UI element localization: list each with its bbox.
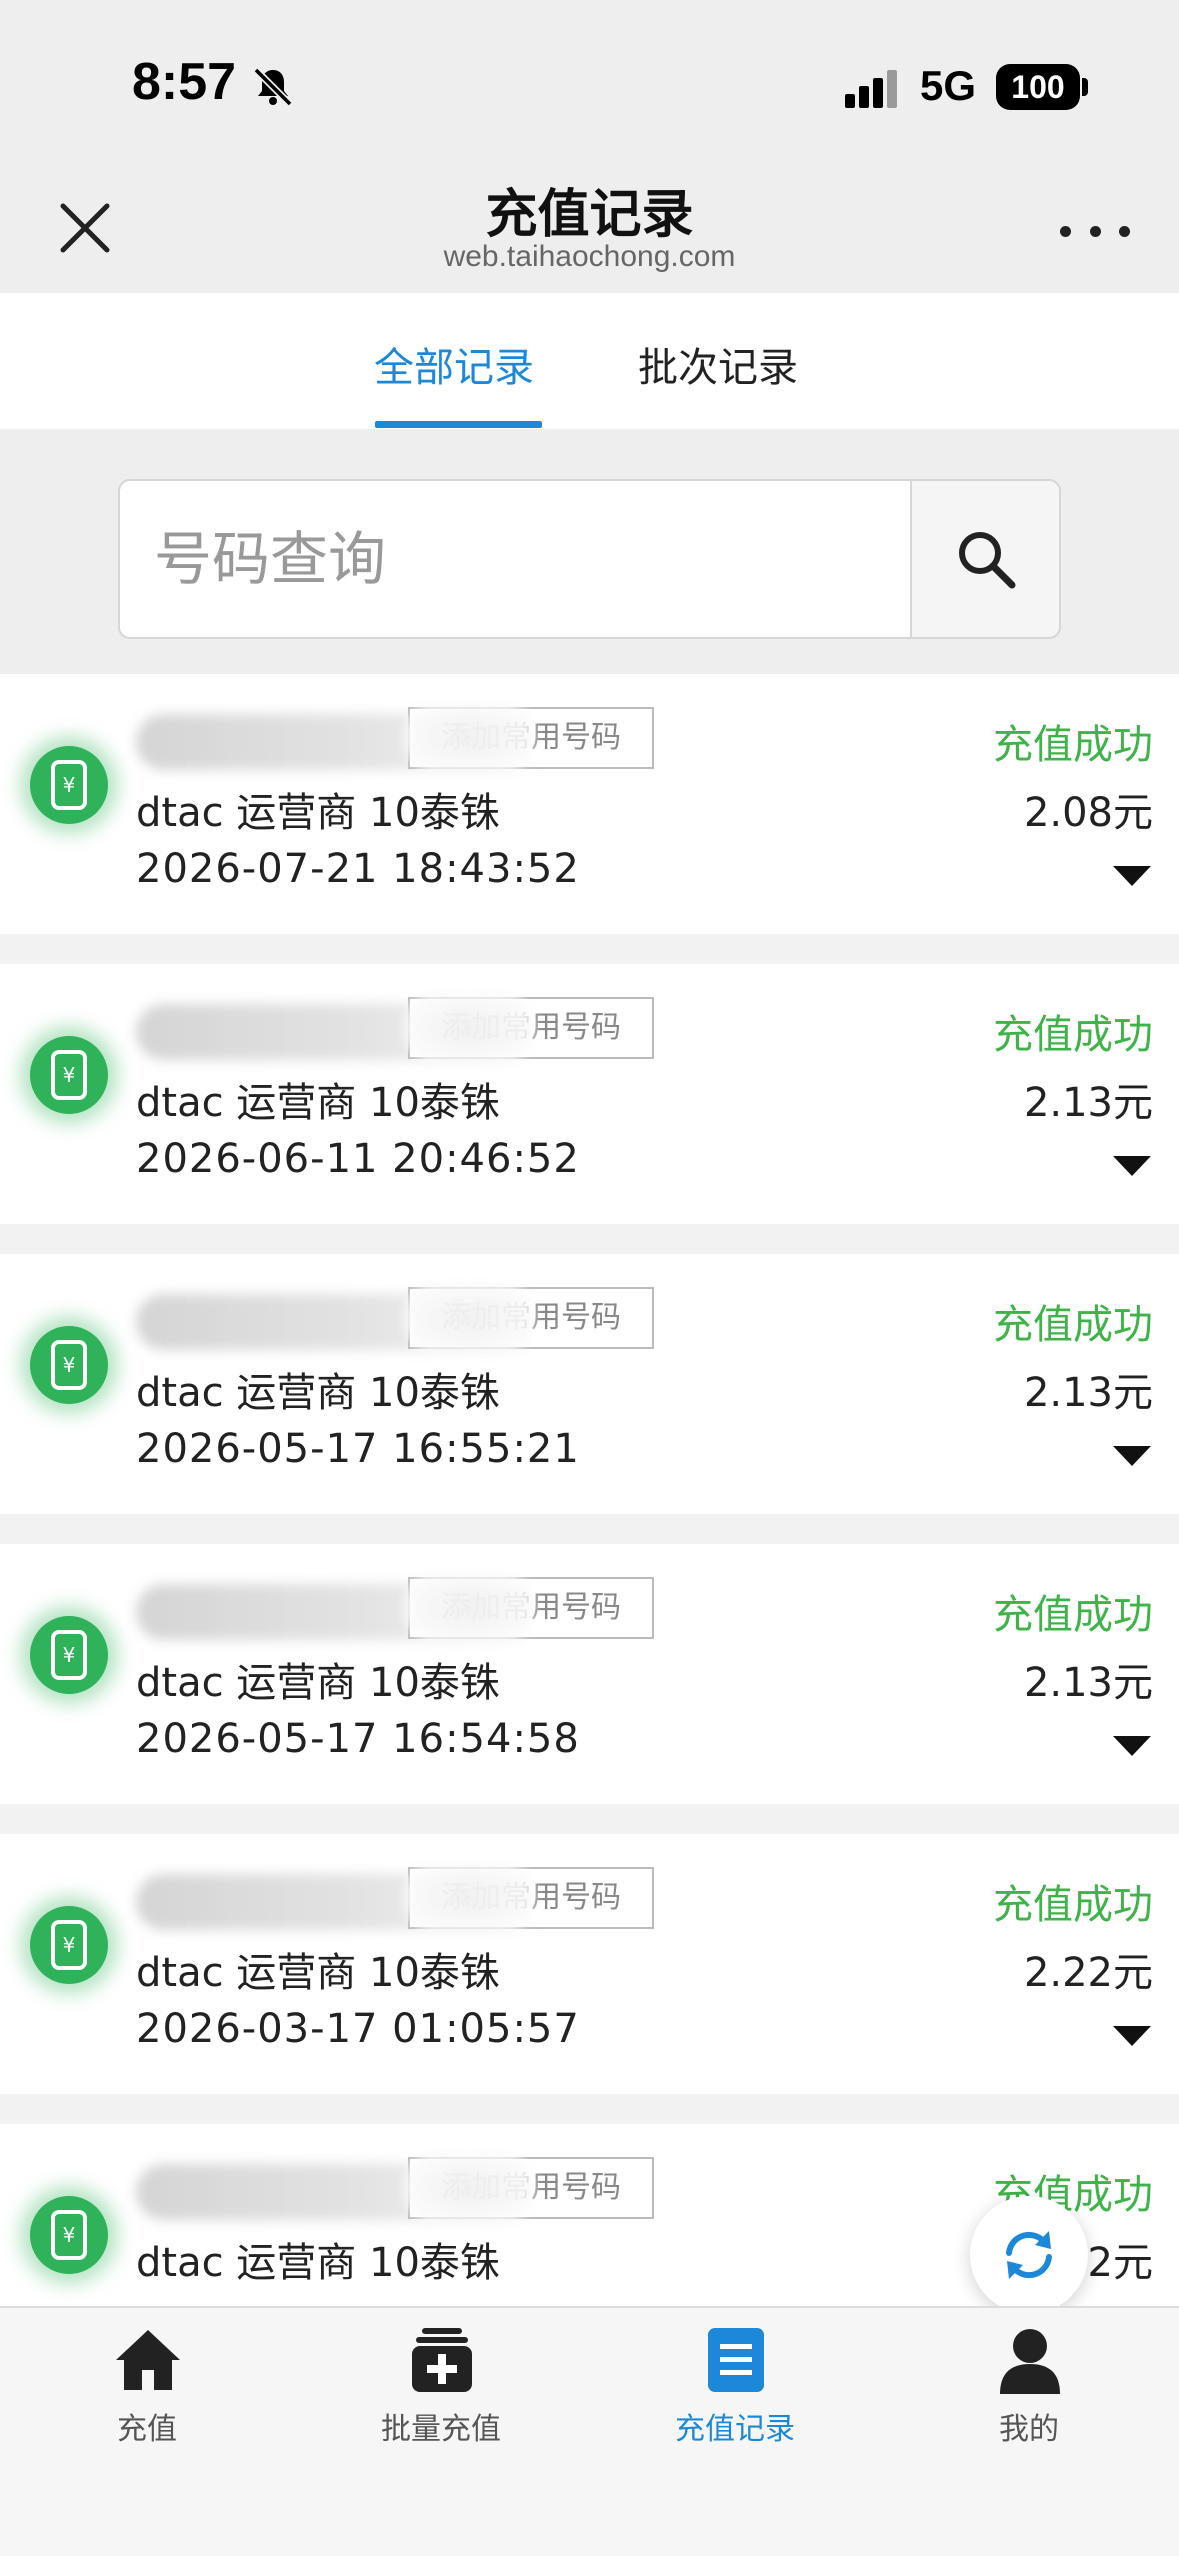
nav-label: 批量充值 bbox=[381, 2412, 501, 2447]
record-status: 充值成功 bbox=[993, 1592, 1153, 1638]
record-status: 充值成功 bbox=[993, 722, 1153, 768]
redaction-blur bbox=[404, 1574, 534, 1642]
nav-item-records[interactable]: 充值记录 bbox=[588, 2308, 882, 2458]
svg-text:¥: ¥ bbox=[63, 1933, 76, 1957]
status-time: 8:57 bbox=[132, 53, 237, 111]
record-amount: 2.08元 bbox=[1023, 790, 1153, 836]
record-status: 充值成功 bbox=[993, 1882, 1153, 1928]
redaction-blur bbox=[404, 1864, 534, 1932]
svg-text:¥: ¥ bbox=[63, 1353, 76, 1377]
battery-tip bbox=[1082, 78, 1088, 96]
record-status: 充值成功 bbox=[993, 1302, 1153, 1348]
nav-item-batch-recharge[interactable]: 批量充值 bbox=[294, 2308, 588, 2458]
more-menu-button[interactable] bbox=[1060, 216, 1130, 246]
expand-caret-icon[interactable] bbox=[1113, 866, 1151, 886]
page-url: web.taihaochong.com bbox=[443, 240, 736, 273]
batch-add-icon bbox=[412, 2328, 472, 2392]
record-carrier: dtac 运营商 10泰铢 bbox=[136, 1080, 500, 1126]
bell-muted-icon bbox=[253, 67, 293, 107]
dot-icon bbox=[1119, 225, 1130, 237]
nav-label: 充值记录 bbox=[675, 2412, 795, 2447]
title-bar: 充值记录 web.taihaochong.com bbox=[0, 150, 1179, 293]
bottom-nav: 充值 批量充值 充值记录 我的 bbox=[0, 2306, 1179, 2556]
record-time: 2026-03-17 01:05:57 bbox=[136, 2006, 580, 2052]
nav-item-mine[interactable]: 我的 bbox=[882, 2308, 1176, 2458]
record-carrier: dtac 运营商 10泰铢 bbox=[136, 1660, 500, 1706]
tab-batch-records[interactable]: 批次记录 bbox=[638, 335, 798, 393]
signal-icon bbox=[845, 70, 897, 108]
status-bar: 8:57 5G 100 bbox=[0, 0, 1179, 150]
nav-item-recharge[interactable]: 充值 bbox=[0, 2308, 294, 2458]
record-item[interactable]: ¥ 添加常用号码 dtac 运营商 10泰铢 2026-06-11 20:46:… bbox=[0, 964, 1179, 1224]
record-time: 2026-05-17 16:55:21 bbox=[136, 1426, 580, 1472]
record-carrier: dtac 运营商 10泰铢 bbox=[136, 790, 500, 836]
refresh-icon bbox=[1006, 2231, 1052, 2279]
network-label: 5G bbox=[920, 62, 977, 109]
mobile-recharge-icon: ¥ bbox=[30, 1616, 108, 1694]
record-carrier: dtac 运营商 10泰铢 bbox=[136, 1950, 500, 1996]
home-icon bbox=[116, 2330, 180, 2390]
expand-caret-icon[interactable] bbox=[1113, 2026, 1151, 2046]
records-icon bbox=[708, 2328, 764, 2392]
nav-label: 我的 bbox=[999, 2412, 1059, 2447]
mobile-recharge-icon: ¥ bbox=[30, 1906, 108, 1984]
search-area: 号码查询 bbox=[0, 429, 1179, 674]
record-carrier: dtac 运营商 10泰铢 bbox=[136, 1370, 500, 1416]
tab-all-records[interactable]: 全部记录 bbox=[374, 335, 534, 393]
record-item[interactable]: ¥ 添加常用号码 dtac 运营商 10泰铢 2026-05-17 16:55:… bbox=[0, 1254, 1179, 1514]
record-amount: 2.13元 bbox=[1023, 1370, 1153, 1416]
phone-search-input[interactable]: 号码查询 bbox=[118, 479, 912, 639]
dot-icon bbox=[1089, 225, 1101, 237]
expand-caret-icon[interactable] bbox=[1113, 1736, 1151, 1756]
record-time: 2026-07-21 18:43:52 bbox=[136, 846, 580, 892]
record-amount: 2.22元 bbox=[1023, 1950, 1153, 1996]
battery-icon: 100 bbox=[996, 64, 1080, 110]
tab-bar: 全部记录 批次记录 bbox=[0, 293, 1179, 429]
search-icon bbox=[958, 532, 1015, 589]
mobile-recharge-icon: ¥ bbox=[30, 2196, 108, 2274]
record-time: 2026-05-17 16:54:58 bbox=[136, 1716, 580, 1762]
svg-text:¥: ¥ bbox=[63, 2223, 76, 2247]
record-amount: 2.13元 bbox=[1023, 1660, 1153, 1706]
mobile-recharge-icon: ¥ bbox=[30, 1326, 108, 1404]
dot-icon bbox=[1060, 225, 1071, 237]
record-item[interactable]: ¥ 添加常用号码 dtac 运营商 10泰铢 2026-05-17 16:54:… bbox=[0, 1544, 1179, 1804]
mobile-recharge-icon: ¥ bbox=[30, 1036, 108, 1114]
expand-caret-icon[interactable] bbox=[1113, 1446, 1151, 1466]
svg-text:¥: ¥ bbox=[63, 773, 76, 797]
redaction-blur bbox=[404, 1284, 534, 1352]
record-item[interactable]: ¥ 添加常用号码 dtac 运营商 10泰铢 2026-03-17 01:05:… bbox=[0, 1834, 1179, 2094]
nav-label: 充值 bbox=[117, 2412, 177, 2447]
record-item[interactable]: ¥ 添加常用号码 dtac 运营商 10泰铢 2026-07-21 18:43:… bbox=[0, 674, 1179, 934]
record-status: 充值成功 bbox=[993, 1012, 1153, 1058]
search-button[interactable] bbox=[910, 479, 1061, 639]
user-icon bbox=[1000, 2329, 1060, 2394]
redaction-blur bbox=[404, 2154, 534, 2222]
mobile-recharge-icon: ¥ bbox=[30, 746, 108, 824]
redaction-blur bbox=[404, 704, 534, 772]
refresh-button[interactable] bbox=[970, 2196, 1088, 2314]
svg-text:¥: ¥ bbox=[63, 1063, 76, 1087]
expand-caret-icon[interactable] bbox=[1113, 1156, 1151, 1176]
tab-active-indicator bbox=[375, 421, 542, 428]
record-carrier: dtac 运营商 10泰铢 bbox=[136, 2240, 500, 2286]
svg-text:¥: ¥ bbox=[63, 1643, 76, 1667]
redaction-blur bbox=[404, 994, 534, 1062]
page-title: 充值记录 bbox=[485, 185, 694, 245]
record-amount: 2.13元 bbox=[1023, 1080, 1153, 1126]
record-time: 2026-06-11 20:46:52 bbox=[136, 1136, 580, 1182]
